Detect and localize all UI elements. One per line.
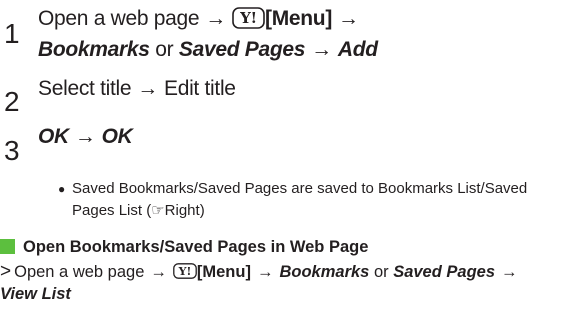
bookmarks-label: Bookmarks bbox=[279, 263, 370, 281]
arrow-right-icon: → bbox=[256, 263, 274, 281]
step-text: Edit title bbox=[163, 77, 236, 100]
arrow-right-icon: → bbox=[311, 38, 332, 61]
key-label: Y! bbox=[178, 265, 192, 278]
arrow-right-icon: → bbox=[501, 263, 518, 281]
reference-icon: ☞ bbox=[151, 202, 165, 219]
step-number: 2 bbox=[4, 86, 20, 117]
arrow-right-icon: → bbox=[137, 77, 158, 100]
step-text: Open a web page bbox=[38, 7, 200, 30]
note-line-1: Saved Bookmarks/Saved Pages are saved to… bbox=[72, 180, 528, 197]
saved-pages-label: Saved Pages bbox=[178, 38, 306, 61]
step-number: 1 bbox=[4, 18, 20, 49]
step-1-line-2: Bookmarks or Saved Pages → Add bbox=[38, 34, 378, 65]
or-text: or bbox=[373, 263, 389, 281]
bullet-icon: ● bbox=[58, 182, 66, 196]
section-heading: Open Bookmarks/Saved Pages in Web Page bbox=[0, 236, 368, 258]
chevron-right-icon: > bbox=[0, 261, 12, 282]
add-label: Add bbox=[337, 38, 378, 61]
step-text: Select title bbox=[38, 77, 132, 100]
note-line-2-suffix: ) bbox=[199, 202, 205, 219]
step-3-line: OK → OK bbox=[38, 121, 133, 152]
note-text: Saved Bookmarks/Saved Pages are saved to… bbox=[72, 178, 558, 222]
note-line-2-prefix: Pages List ( bbox=[72, 202, 152, 219]
reference-link[interactable]: Right bbox=[165, 202, 200, 219]
bookmarks-label: Bookmarks bbox=[38, 38, 150, 61]
step-2-line: Select title → Edit title bbox=[38, 73, 236, 104]
saved-pages-label: Saved Pages bbox=[393, 263, 496, 281]
view-list-label: View List bbox=[0, 285, 71, 303]
section-text: Open a web page bbox=[14, 263, 145, 281]
arrow-right-icon: → bbox=[74, 125, 96, 148]
note: ● Saved Bookmarks/Saved Pages are saved … bbox=[58, 178, 558, 222]
ok-label: OK bbox=[38, 125, 69, 148]
arrow-right-icon: → bbox=[338, 7, 359, 30]
section-title: Open Bookmarks/Saved Pages in Web Page bbox=[23, 238, 369, 256]
or-text: or bbox=[155, 38, 174, 61]
step-1-line-1: Open a web page → Y! [Menu] → bbox=[38, 3, 365, 34]
ok-label: OK bbox=[101, 125, 133, 148]
menu-label: [Menu] bbox=[265, 7, 333, 30]
menu-label: [Menu] bbox=[196, 263, 251, 281]
section-body: > Open a web page → Y! [Menu] → Bookmarks or S… bbox=[0, 261, 570, 305]
green-square-icon bbox=[0, 239, 15, 254]
key-label: Y! bbox=[239, 9, 257, 27]
yahoo-key-icon: Y! bbox=[173, 263, 197, 279]
arrow-right-icon: → bbox=[150, 263, 167, 281]
arrow-right-icon: → bbox=[205, 7, 226, 30]
yahoo-key-icon: Y! bbox=[232, 7, 265, 29]
step-number: 3 bbox=[4, 135, 20, 166]
